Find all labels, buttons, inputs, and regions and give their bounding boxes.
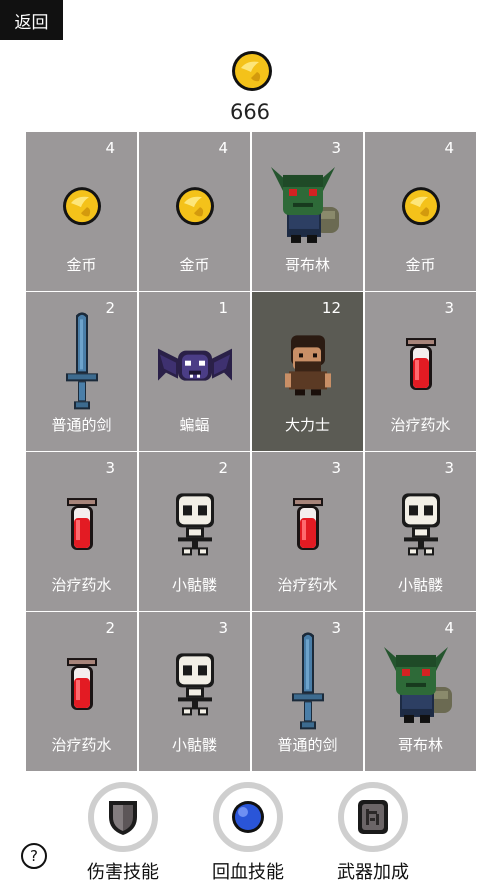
heal-skill-label: 回血技能	[212, 862, 284, 883]
back-button[interactable]: 返回	[0, 0, 63, 40]
help-button[interactable]: ?	[21, 843, 47, 869]
item-name: 治疗药水	[51, 576, 112, 594]
item-count: 3	[105, 459, 115, 477]
item-name: 蝙蝠	[179, 416, 210, 434]
item-name: 治疗药水	[51, 736, 112, 754]
shield-icon	[88, 782, 158, 852]
item-name: 小骷髅	[397, 576, 443, 594]
item-count: 2	[105, 299, 115, 317]
inventory-cell[interactable]: 3 普通的剑	[252, 612, 363, 771]
item-name: 治疗药水	[277, 576, 338, 594]
item-name: 金币	[179, 256, 210, 274]
coin-icon	[232, 51, 272, 91]
item-count: 3	[331, 139, 341, 157]
item-count: 3	[331, 619, 341, 637]
goblin-icon	[382, 640, 460, 728]
skull-icon	[396, 491, 446, 561]
item-count: 3	[444, 299, 454, 317]
item-name: 治疗药水	[390, 416, 451, 434]
sword-icon	[288, 629, 328, 737]
rune-stone-icon	[338, 782, 408, 852]
item-name: 哥布林	[284, 256, 330, 274]
item-count: 4	[444, 139, 454, 157]
inventory-cell[interactable]: 4 金币	[26, 132, 137, 291]
coin-icon	[173, 184, 217, 232]
inventory-cell[interactable]: 4 金币	[365, 132, 476, 291]
coin-icon	[399, 184, 443, 232]
item-count: 4	[444, 619, 454, 637]
bat-icon	[156, 340, 234, 394]
inventory-cell[interactable]: 3 哥布林	[252, 132, 363, 291]
item-count: 2	[218, 459, 228, 477]
item-name: 大力士	[284, 416, 330, 434]
inventory-cell[interactable]: 4 哥布林	[365, 612, 476, 771]
item-name: 小骷髅	[171, 736, 217, 754]
item-name: 普通的剑	[277, 736, 338, 754]
item-count: 2	[105, 619, 115, 637]
inventory-cell[interactable]: 2 治疗药水	[26, 612, 137, 771]
item-name: 金币	[405, 256, 436, 274]
sword-icon	[62, 309, 102, 417]
inventory-cell[interactable]: 2 普通的剑	[26, 292, 137, 451]
strongman-icon	[283, 331, 333, 401]
damage-skill-label: 伤害技能	[87, 862, 159, 883]
item-name: 金币	[66, 256, 97, 274]
inventory-cell[interactable]: 1 蝙蝠	[139, 292, 250, 451]
item-count: 4	[105, 139, 115, 157]
inventory-grid: 4 金币 4 金币 3 哥布林 4 金币 2 普通的剑 1 蝙蝠 12 大力士 …	[26, 132, 476, 772]
inventory-cell[interactable]: 12 大力士	[252, 292, 363, 451]
inventory-cell[interactable]: 3 小骷髅	[139, 612, 250, 771]
inventory-cell[interactable]: 3 治疗药水	[26, 452, 137, 611]
inventory-cell[interactable]: 3 小骷髅	[365, 452, 476, 611]
item-count: 3	[331, 459, 341, 477]
potion-icon	[289, 496, 327, 558]
item-name: 小骷髅	[171, 576, 217, 594]
item-name: 哥布林	[397, 736, 443, 754]
item-count: 3	[218, 619, 228, 637]
blue-orb-icon	[213, 782, 283, 852]
gold-amount: 666	[229, 100, 271, 124]
goblin-icon	[269, 160, 347, 248]
potion-icon	[402, 336, 440, 398]
item-count: 1	[218, 299, 228, 317]
item-name: 普通的剑	[51, 416, 112, 434]
potion-icon	[63, 496, 101, 558]
inventory-cell[interactable]: 2 小骷髅	[139, 452, 250, 611]
item-count: 4	[218, 139, 228, 157]
potion-icon	[63, 656, 101, 718]
skull-icon	[170, 491, 220, 561]
item-count: 12	[321, 299, 341, 317]
coin-icon	[60, 184, 104, 232]
inventory-cell[interactable]: 3 治疗药水	[252, 452, 363, 611]
inventory-cell[interactable]: 3 治疗药水	[365, 292, 476, 451]
item-count: 3	[444, 459, 454, 477]
weapon-boost-label: 武器加成	[337, 862, 409, 883]
inventory-cell[interactable]: 4 金币	[139, 132, 250, 291]
skull-icon	[170, 651, 220, 721]
